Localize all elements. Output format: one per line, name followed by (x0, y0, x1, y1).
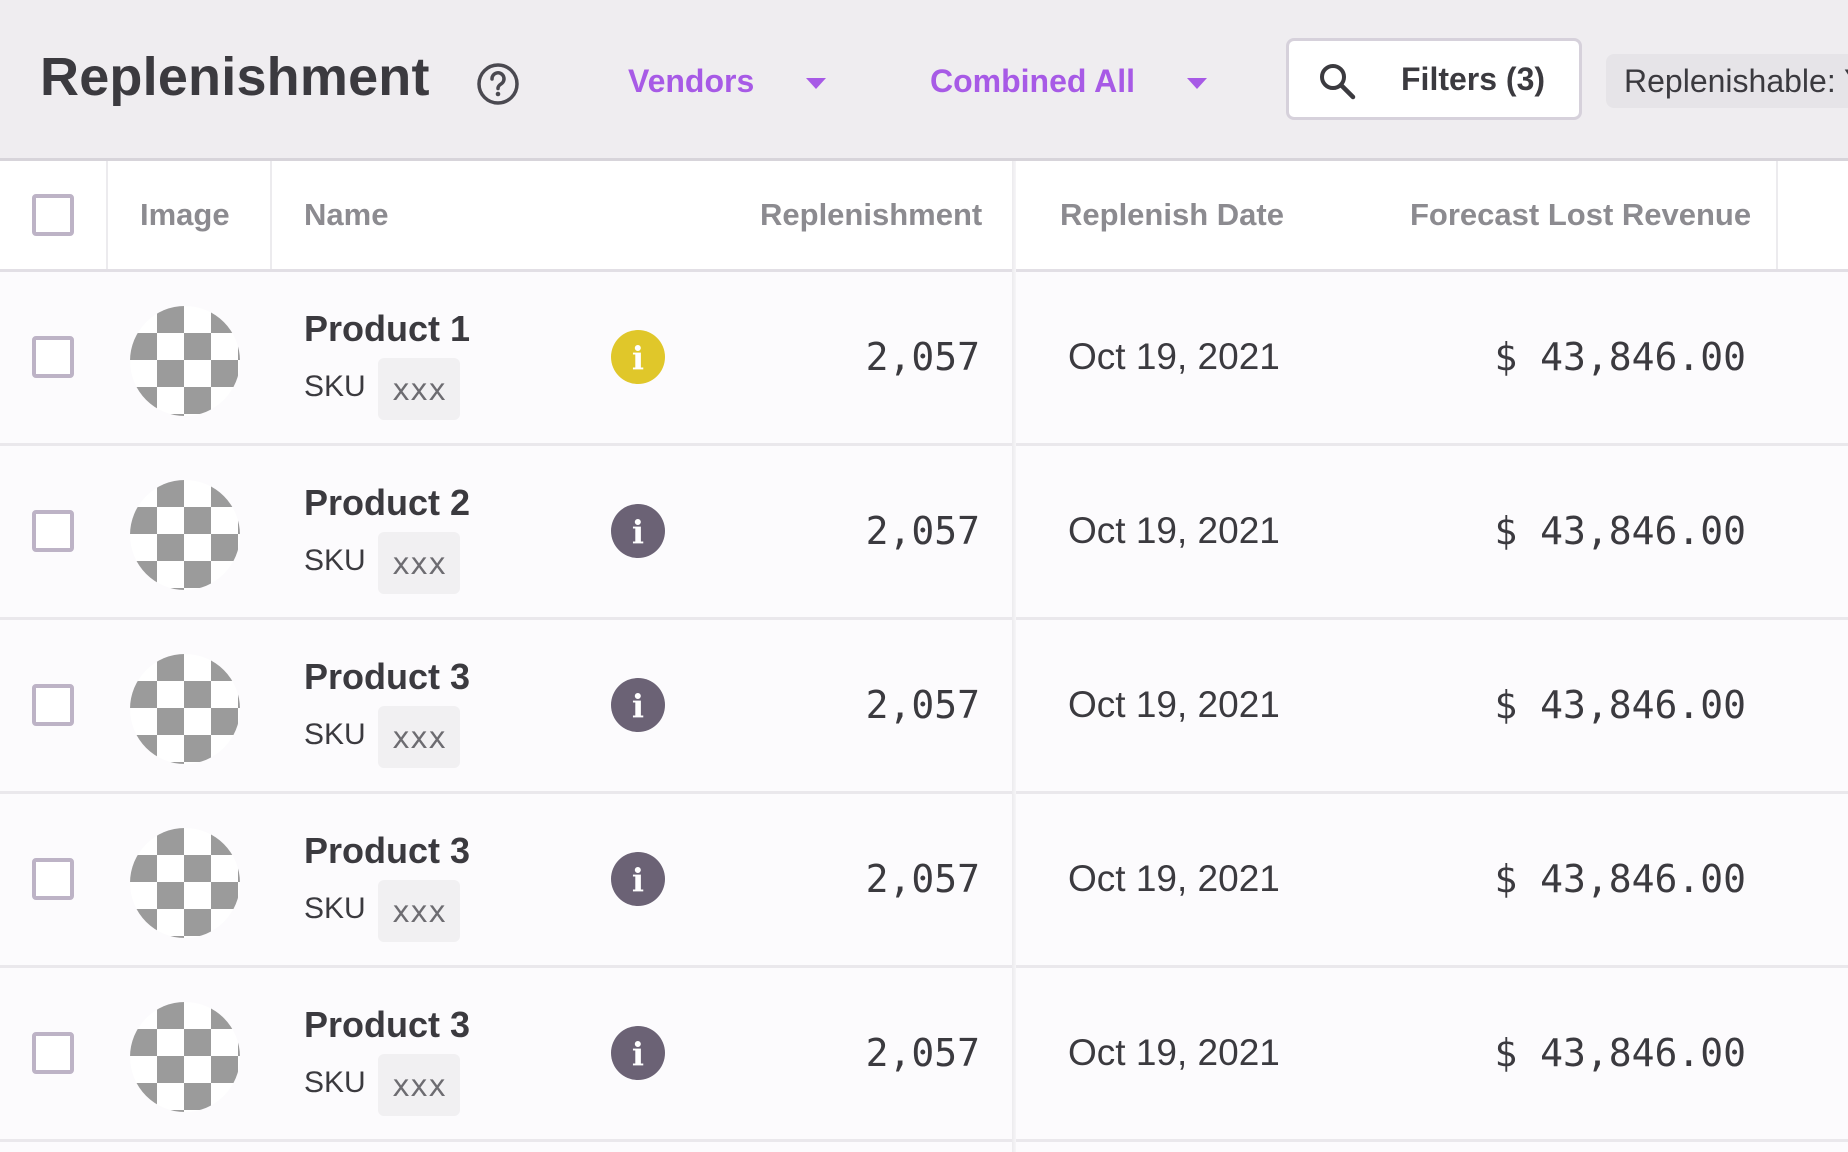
select-all-checkbox[interactable] (32, 194, 74, 236)
image-placeholder-icon (130, 654, 240, 764)
info-icon[interactable]: i (611, 330, 665, 384)
column-divider (270, 161, 272, 269)
row-checkbox[interactable] (32, 684, 74, 726)
column-divider (106, 161, 108, 269)
forecast-lost-revenue-value: $ 43,846.00 (1494, 683, 1746, 727)
column-header-replenishment[interactable]: Replenishment (760, 161, 982, 269)
row-checkbox[interactable] (32, 510, 74, 552)
product-name[interactable]: Product 1 (304, 308, 470, 350)
row-checkbox[interactable] (32, 336, 74, 378)
caret-down-icon (1187, 77, 1208, 89)
column-divider (1776, 161, 1778, 269)
sku-value: xxx (378, 1054, 461, 1116)
replenishment-value: 2,057 (865, 683, 980, 727)
info-icon[interactable]: i (611, 678, 665, 732)
image-placeholder-icon (130, 1002, 240, 1112)
info-icon[interactable]: i (611, 1026, 665, 1080)
sku-label: SKU (304, 892, 366, 925)
table-header: Image Name Replenishment Replenish Date … (0, 161, 1848, 272)
row-checkbox[interactable] (32, 858, 74, 900)
product-name[interactable]: Product 2 (304, 482, 470, 524)
replenishment-value: 2,057 (865, 509, 980, 553)
sku-label: SKU (304, 718, 366, 751)
top-bar: Replenishment Vendors Combined All Filte… (0, 0, 1848, 161)
image-placeholder-icon (130, 828, 240, 938)
vendors-dropdown[interactable]: Vendors (628, 58, 827, 104)
replenish-date-value: Oct 19, 2021 (1068, 336, 1280, 377)
forecast-lost-revenue-value: $ 43,846.00 (1494, 335, 1746, 379)
replenishment-value: 2,057 (865, 335, 980, 379)
help-circle-icon[interactable] (476, 62, 520, 106)
forecast-lost-revenue-value: $ 43,846.00 (1494, 1031, 1746, 1075)
image-placeholder-icon (130, 306, 240, 416)
table-row[interactable]: Product 3 SKU xxx i 2,057 Oct 19, 2021 $ 43,84… (0, 794, 1848, 968)
row-checkbox[interactable] (32, 1032, 74, 1074)
filter-chip-replenishable[interactable]: Replenishable: Y (1606, 54, 1848, 108)
replenishment-value: 2,057 (865, 857, 980, 901)
column-header-forecast-lost-revenue[interactable]: Forecast Lost Revenue (1410, 161, 1751, 269)
search-icon (1320, 64, 1356, 100)
table-row[interactable]: Product 3 SKU xxx i 2,057 Oct 19, 2021 $ 43,84… (0, 968, 1848, 1142)
replenish-date-value: Oct 19, 2021 (1068, 510, 1280, 551)
image-placeholder-icon (130, 480, 240, 590)
column-header-name[interactable]: Name (304, 161, 388, 269)
sku-value: xxx (378, 706, 461, 768)
frozen-column-divider (1012, 161, 1016, 1152)
product-name[interactable]: Product 3 (304, 830, 470, 872)
table-row[interactable]: Product 1 SKU xxx i 2,057 Oct 19, 2021 $ 43,84… (0, 272, 1848, 446)
sku-value: xxx (378, 358, 461, 420)
replenish-date-value: Oct 19, 2021 (1068, 858, 1280, 899)
page-title: Replenishment (40, 47, 430, 107)
product-name[interactable]: Product 3 (304, 656, 470, 698)
replenish-date-value: Oct 19, 2021 (1068, 1032, 1280, 1073)
combined-dropdown[interactable]: Combined All (930, 58, 1208, 104)
caret-down-icon (806, 77, 827, 89)
sku-label: SKU (304, 544, 366, 577)
sku-label: SKU (304, 370, 366, 403)
sku-label: SKU (304, 1066, 366, 1099)
product-name[interactable]: Product 3 (304, 1004, 470, 1046)
info-icon[interactable]: i (611, 504, 665, 558)
combined-dropdown-label: Combined All (930, 62, 1136, 99)
forecast-lost-revenue-value: $ 43,846.00 (1494, 857, 1746, 901)
table-row[interactable]: Product 3 SKU xxx i 2,057 Oct 19, 2021 $ 43,84… (0, 620, 1848, 794)
replenishment-value: 2,057 (865, 1031, 980, 1075)
column-header-replenish-date[interactable]: Replenish Date (1060, 161, 1284, 269)
sku-value: xxx (378, 532, 461, 594)
filters-button-label: Filters (3) (1401, 61, 1546, 97)
replenish-date-value: Oct 19, 2021 (1068, 684, 1280, 725)
table-row[interactable]: Product 2 SKU xxx i 2,057 Oct 19, 2021 $ 43,84… (0, 446, 1848, 620)
info-icon[interactable]: i (611, 852, 665, 906)
column-header-image[interactable]: Image (140, 161, 230, 269)
sku-value: xxx (378, 880, 461, 942)
filters-button[interactable]: Filters (3) (1286, 38, 1582, 120)
forecast-lost-revenue-value: $ 43,846.00 (1494, 509, 1746, 553)
vendors-dropdown-label: Vendors (628, 62, 755, 99)
